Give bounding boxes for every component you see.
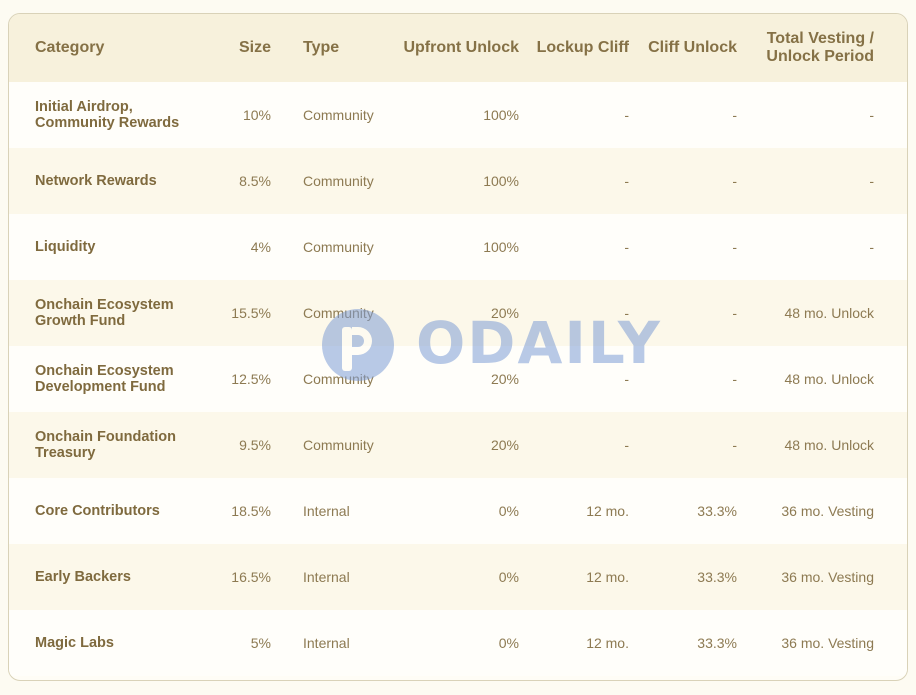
size-cell: 8.5%	[239, 173, 271, 189]
category-cell: Onchain Foundation Treasury	[9, 412, 209, 478]
category-line1: Network Rewards	[35, 173, 157, 189]
lockup-cliff-cell: -	[624, 173, 629, 189]
upfront-unlock-cell: 20%	[490, 437, 519, 453]
cliff-unlock-cell: 33.3%	[697, 503, 737, 519]
lockup-cliff-cell: -	[624, 305, 629, 321]
table-row: Core Contributors 18.5% Internal 0% 12 mo. 33…	[9, 478, 907, 544]
total-vesting-cell: 48 mo. Unlock	[784, 305, 874, 321]
upfront-unlock-cell: 100%	[483, 173, 519, 189]
category-line2: Community Rewards	[35, 115, 180, 131]
table-row: Onchain Ecosystem Development Fund 12.5% Co…	[9, 346, 907, 412]
category-line2: Development Fund	[35, 379, 166, 395]
token-allocation-table: Category Size Type Upfront Unlock Lockup…	[9, 14, 907, 676]
total-vesting-cell: -	[869, 107, 874, 123]
lockup-cliff-cell: -	[624, 371, 629, 387]
category-cell: Network Rewards	[9, 148, 209, 214]
lockup-cliff-cell: -	[624, 107, 629, 123]
size-cell: 16.5%	[231, 569, 271, 585]
category-line2: Treasury	[35, 445, 96, 461]
category-cell: Onchain Ecosystem Development Fund	[9, 346, 209, 412]
category-line1: Onchain Foundation	[35, 429, 176, 445]
table-row: Magic Labs 5% Internal 0% 12 mo. 33.3% 36 mo. …	[9, 610, 907, 676]
category-cell: Core Contributors	[9, 478, 209, 544]
header-size: Size	[238, 39, 271, 56]
header-total-line2: Unlock Period	[766, 48, 874, 65]
size-cell: 5%	[250, 635, 271, 651]
header-lockup-cliff: Lockup Cliff	[536, 39, 629, 56]
cliff-unlock-cell: -	[732, 371, 737, 387]
table-row: Onchain Foundation Treasury 9.5% Community 2…	[9, 412, 907, 478]
total-vesting-cell: 36 mo. Vesting	[781, 503, 874, 519]
total-vesting-cell: -	[869, 173, 874, 189]
category-cell: Early Backers	[9, 544, 209, 610]
type-cell: Community	[303, 173, 374, 189]
table-row: Network Rewards 8.5% Community 100% - - -	[9, 148, 907, 214]
lockup-cliff-cell: 12 mo.	[586, 503, 629, 519]
header-total-vesting: Total Vesting / Unlock Period	[737, 14, 907, 82]
cliff-unlock-cell: 33.3%	[697, 635, 737, 651]
upfront-unlock-cell: 100%	[483, 107, 519, 123]
type-cell: Community	[303, 437, 374, 453]
table-body: Initial Airdrop, Community Rewards 10% Comm…	[9, 82, 907, 676]
type-cell: Community	[303, 371, 374, 387]
size-cell: 4%	[250, 239, 271, 255]
header-row: Category Size Type Upfront Unlock Lockup…	[9, 14, 907, 82]
category-line1: Early Backers	[35, 569, 131, 585]
type-cell: Internal	[303, 569, 350, 585]
type-cell: Internal	[303, 503, 350, 519]
total-vesting-cell: 48 mo. Unlock	[784, 371, 874, 387]
header-upfront-unlock: Upfront Unlock	[403, 39, 519, 56]
category-line1: Core Contributors	[35, 503, 160, 519]
upfront-unlock-cell: 20%	[490, 305, 519, 321]
upfront-unlock-cell: 0%	[498, 503, 519, 519]
table-row: Early Backers 16.5% Internal 0% 12 mo. 33.3% 3…	[9, 544, 907, 610]
type-cell: Internal	[303, 635, 350, 651]
type-cell: Community	[303, 239, 374, 255]
category-cell: Onchain Ecosystem Growth Fund	[9, 280, 209, 346]
type-cell: Community	[303, 305, 374, 321]
cliff-unlock-cell: -	[732, 173, 737, 189]
cliff-unlock-cell: -	[732, 107, 737, 123]
upfront-unlock-cell: 0%	[498, 635, 519, 651]
cliff-unlock-cell: -	[732, 305, 737, 321]
size-cell: 12.5%	[231, 371, 271, 387]
cliff-unlock-cell: -	[732, 239, 737, 255]
category-cell: Magic Labs	[9, 610, 209, 676]
category-line1: Liquidity	[35, 239, 96, 255]
size-cell: 9.5%	[239, 437, 271, 453]
cliff-unlock-cell: 33.3%	[697, 569, 737, 585]
type-cell: Community	[303, 107, 374, 123]
total-vesting-cell: 48 mo. Unlock	[784, 437, 874, 453]
token-allocation-card: Category Size Type Upfront Unlock Lockup…	[8, 13, 908, 681]
category-line1: Onchain Ecosystem	[35, 297, 174, 313]
total-vesting-cell: 36 mo. Vesting	[781, 569, 874, 585]
size-cell: 18.5%	[231, 503, 271, 519]
category-line1: Onchain Ecosystem	[35, 363, 174, 379]
upfront-unlock-cell: 100%	[483, 239, 519, 255]
lockup-cliff-cell: -	[624, 437, 629, 453]
upfront-unlock-cell: 0%	[498, 569, 519, 585]
category-line1: Magic Labs	[35, 635, 114, 651]
table-row: Liquidity 4% Community 100% - - -	[9, 214, 907, 280]
lockup-cliff-cell: -	[624, 239, 629, 255]
upfront-unlock-cell: 20%	[490, 371, 519, 387]
size-cell: 10%	[242, 107, 271, 123]
cliff-unlock-cell: -	[732, 437, 737, 453]
header-total-line1: Total Vesting /	[766, 30, 874, 47]
category-line1: Initial Airdrop,	[35, 99, 133, 115]
size-cell: 15.5%	[231, 305, 271, 321]
table-row: Initial Airdrop, Community Rewards 10% Comm…	[9, 82, 907, 148]
total-vesting-cell: 36 mo. Vesting	[781, 635, 874, 651]
lockup-cliff-cell: 12 mo.	[586, 635, 629, 651]
header-type: Type	[303, 39, 340, 56]
lockup-cliff-cell: 12 mo.	[586, 569, 629, 585]
header-category: Category	[35, 39, 105, 56]
total-vesting-cell: -	[869, 239, 874, 255]
category-line2: Growth Fund	[35, 313, 126, 329]
category-cell: Liquidity	[9, 214, 209, 280]
table-row: Onchain Ecosystem Growth Fund 15.5% Communi…	[9, 280, 907, 346]
category-cell: Initial Airdrop, Community Rewards	[9, 82, 209, 148]
header-cliff-unlock: Cliff Unlock	[648, 39, 737, 56]
